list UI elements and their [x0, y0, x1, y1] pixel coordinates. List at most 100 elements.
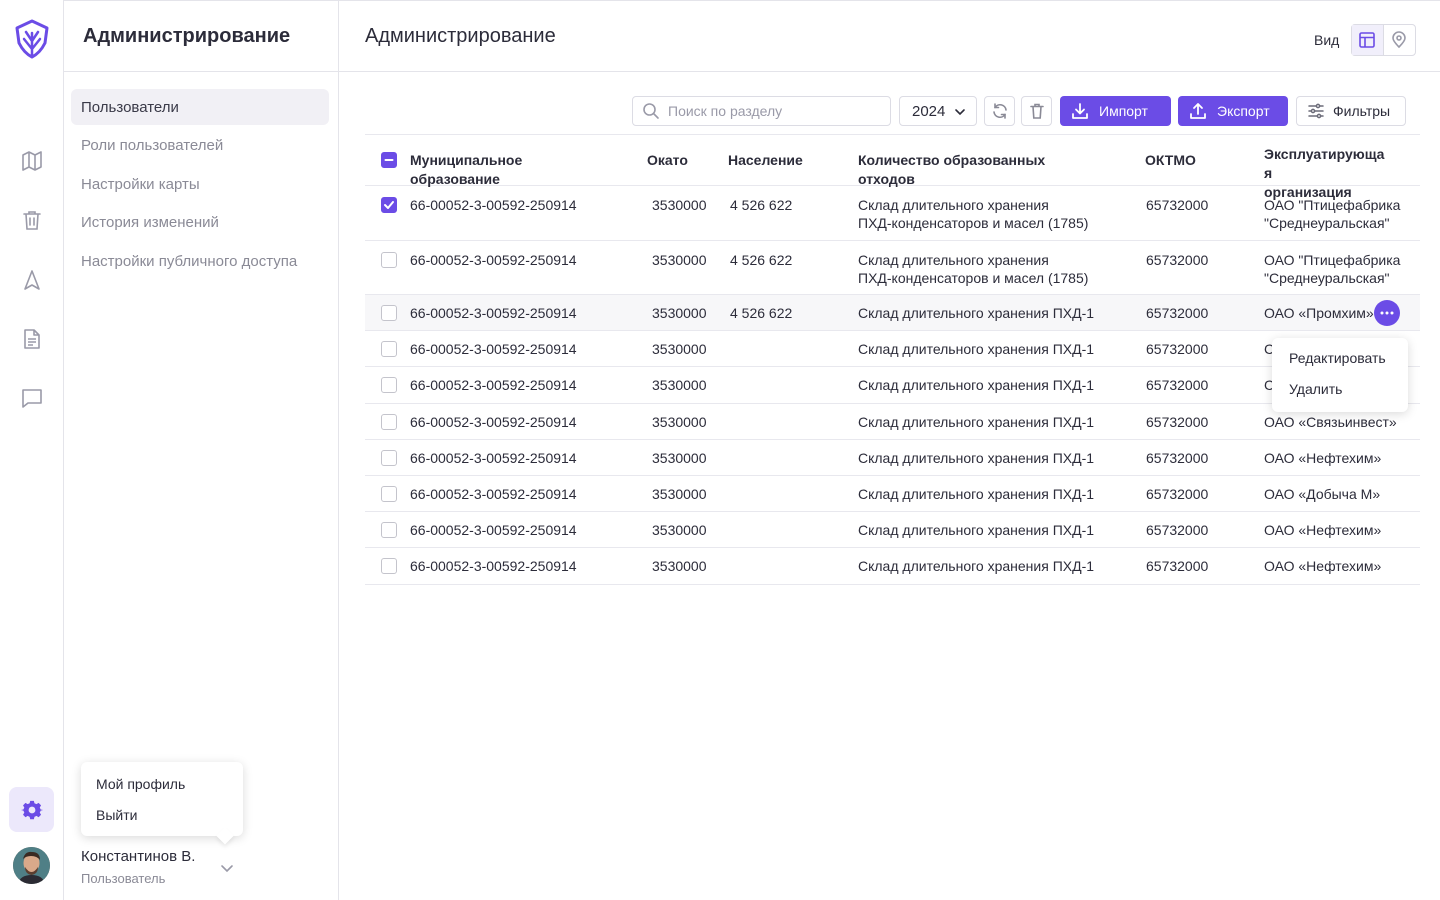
- import-label: Импорт: [1099, 103, 1148, 119]
- column-header-waste[interactable]: Количество образованных отходов: [858, 151, 1045, 189]
- row-checkbox[interactable]: [381, 558, 397, 575]
- row-checkbox[interactable]: [381, 522, 397, 539]
- cell-org-line: ОАО «Добыча М»: [1264, 485, 1381, 502]
- cell-population: 4 526 622: [730, 305, 793, 321]
- table-row[interactable]: 66-00052-3-00592-250914 3530000 4 526 622 С…: [365, 186, 1420, 241]
- table-row[interactable]: 66-00052-3-00592-250914 3530000 Склад длит…: [365, 331, 1420, 368]
- search-box[interactable]: [632, 96, 891, 126]
- cell-oktmo: 65732000: [1146, 251, 1209, 268]
- profile-menu-item-logout[interactable]: Выйти: [96, 804, 228, 835]
- location-pin-icon: [1392, 31, 1407, 49]
- column-header-line: Эксплуатирующа: [1264, 146, 1385, 162]
- cell-mo: 66-00052-3-00592-250914: [410, 522, 577, 539]
- cell-mo: 66-00052-3-00592-250914: [410, 485, 577, 502]
- table-row[interactable]: 66-00052-3-00592-250914 3530000 4 526 622 С…: [365, 295, 1420, 332]
- filters-button[interactable]: Фильтры: [1296, 96, 1406, 126]
- chevron-down-icon[interactable]: [219, 860, 235, 876]
- export-button[interactable]: Экспорт: [1178, 96, 1288, 126]
- view-toggle: [1351, 24, 1416, 56]
- refresh-button[interactable]: [984, 96, 1015, 126]
- table-row[interactable]: 66-00052-3-00592-250914 3530000 Склад длит…: [365, 512, 1420, 549]
- user-name[interactable]: Константинов В.: [81, 848, 195, 865]
- search-input[interactable]: [668, 103, 878, 119]
- row-checkbox[interactable]: [381, 341, 397, 358]
- profile-menu-item-profile[interactable]: Мой профиль: [96, 773, 228, 804]
- cell-waste-line: Склад длительного хранения ПХД-1: [858, 449, 1095, 466]
- settings-button[interactable]: [9, 787, 54, 832]
- toolbar: 2024 Импорт Экспорт: [339, 96, 1440, 126]
- cell-org: ОАО «Нефтехим»: [1264, 449, 1381, 467]
- delete-button[interactable]: [1021, 96, 1052, 126]
- row-action-edit[interactable]: Редактировать: [1289, 348, 1391, 379]
- cell-org-line: ОАО "Птицефабрика: [1264, 197, 1401, 213]
- table-row[interactable]: 66-00052-3-00592-250914 3530000 Склад длит…: [365, 404, 1420, 440]
- table-view-button[interactable]: [1352, 25, 1384, 55]
- cell-waste-line: Склад длительного хранения ПХД-1: [858, 485, 1095, 502]
- cell-waste-line: ПХД-конденсаторов и масел (1785): [858, 269, 1089, 286]
- cell-org: ОАО «Промхим»: [1264, 304, 1374, 322]
- view-label: Вид: [1314, 32, 1340, 48]
- cell-org-line: ОАО «Промхим»: [1264, 305, 1374, 321]
- logo-icon[interactable]: [14, 19, 50, 59]
- sidebar-item-map-settings[interactable]: Настройки карты: [71, 166, 329, 202]
- row-checkbox[interactable]: [381, 485, 397, 502]
- cell-org-line: ОАО «Связьинвест»: [1264, 413, 1397, 430]
- sidebar-item-public-access[interactable]: Настройки публичного доступа: [71, 243, 329, 279]
- row-menu-button[interactable]: [1374, 300, 1400, 326]
- document-icon[interactable]: [20, 327, 44, 351]
- column-header-population[interactable]: Население: [728, 151, 803, 170]
- table-row[interactable]: 66-00052-3-00592-250914 3530000 Склад длит…: [365, 440, 1420, 476]
- cell-okato: 3530000: [652, 341, 707, 358]
- column-header-oktmo[interactable]: ОКТМО: [1145, 151, 1196, 170]
- year-select-value: 2024: [912, 102, 946, 120]
- select-all-checkbox[interactable]: [381, 152, 397, 168]
- cell-oktmo: 65732000: [1146, 305, 1209, 321]
- navigation-icon[interactable]: [20, 268, 44, 292]
- row-action-delete[interactable]: Удалить: [1289, 379, 1391, 410]
- sidebar-item-roles[interactable]: Роли пользователей: [71, 128, 329, 164]
- table-row[interactable]: 66-00052-3-00592-250914 3530000 4 526 622 С…: [365, 241, 1420, 295]
- cell-mo: 66-00052-3-00592-250914: [410, 377, 577, 394]
- table-row[interactable]: 66-00052-3-00592-250914 3530000 Склад длит…: [365, 476, 1420, 513]
- cell-waste-line: Склад длительного хранения ПХД-1: [858, 341, 1095, 358]
- map-icon[interactable]: [20, 149, 44, 173]
- cell-oktmo: 65732000: [1146, 485, 1209, 502]
- cell-waste: Склад длительного хранения ПХД-1: [858, 376, 1094, 394]
- avatar[interactable]: [13, 847, 50, 884]
- column-header-mo[interactable]: Муниципальное образование: [410, 151, 522, 189]
- chat-icon[interactable]: [20, 386, 44, 410]
- map-view-button[interactable]: [1384, 25, 1415, 55]
- cell-org-line: "Среднеуральская": [1264, 215, 1390, 231]
- upload-icon: [1190, 103, 1206, 119]
- import-button[interactable]: Импорт: [1060, 96, 1171, 126]
- sidebar-item-users[interactable]: Пользователи: [71, 89, 329, 125]
- column-header-okato[interactable]: Окато: [647, 151, 688, 170]
- row-checkbox[interactable]: [381, 197, 397, 213]
- row-checkbox[interactable]: [381, 251, 397, 268]
- cell-waste: Склад длительного хранения ПХД-1: [858, 304, 1094, 322]
- gear-icon: [20, 800, 43, 819]
- row-checkbox[interactable]: [381, 305, 397, 321]
- cell-waste: Склад длительного хранения ПХД-1: [858, 521, 1094, 539]
- row-checkbox[interactable]: [381, 449, 397, 466]
- table-row[interactable]: 66-00052-3-00592-250914 3530000 Склад длит…: [365, 548, 1420, 585]
- trash-icon[interactable]: [20, 208, 44, 232]
- cell-waste-line: Склад длительного хранения ПХД-1: [858, 305, 1095, 321]
- cell-okato: 3530000: [652, 251, 707, 268]
- cell-oktmo: 65732000: [1146, 341, 1209, 358]
- table-row[interactable]: 66-00052-3-00592-250914 3530000 Склад длит…: [365, 367, 1420, 404]
- sidebar-item-history[interactable]: История изменений: [71, 205, 329, 241]
- cell-mo: 66-00052-3-00592-250914: [410, 558, 577, 575]
- row-checkbox[interactable]: [381, 413, 397, 430]
- table-header: Муниципальное образование Окато Населени…: [365, 134, 1420, 200]
- cell-waste-line: Склад длительного хранения ПХД-1: [858, 413, 1095, 430]
- row-checkbox[interactable]: [381, 377, 397, 394]
- cell-oktmo: 65732000: [1146, 377, 1209, 394]
- year-select[interactable]: 2024: [899, 96, 977, 126]
- cell-population: 4 526 622: [730, 197, 793, 213]
- export-label: Экспорт: [1217, 103, 1270, 119]
- cell-oktmo: 65732000: [1146, 522, 1209, 539]
- sliders-icon: [1308, 103, 1324, 119]
- sidebar-header: Администрирование: [64, 0, 338, 72]
- chevron-down-icon: [955, 109, 965, 116]
